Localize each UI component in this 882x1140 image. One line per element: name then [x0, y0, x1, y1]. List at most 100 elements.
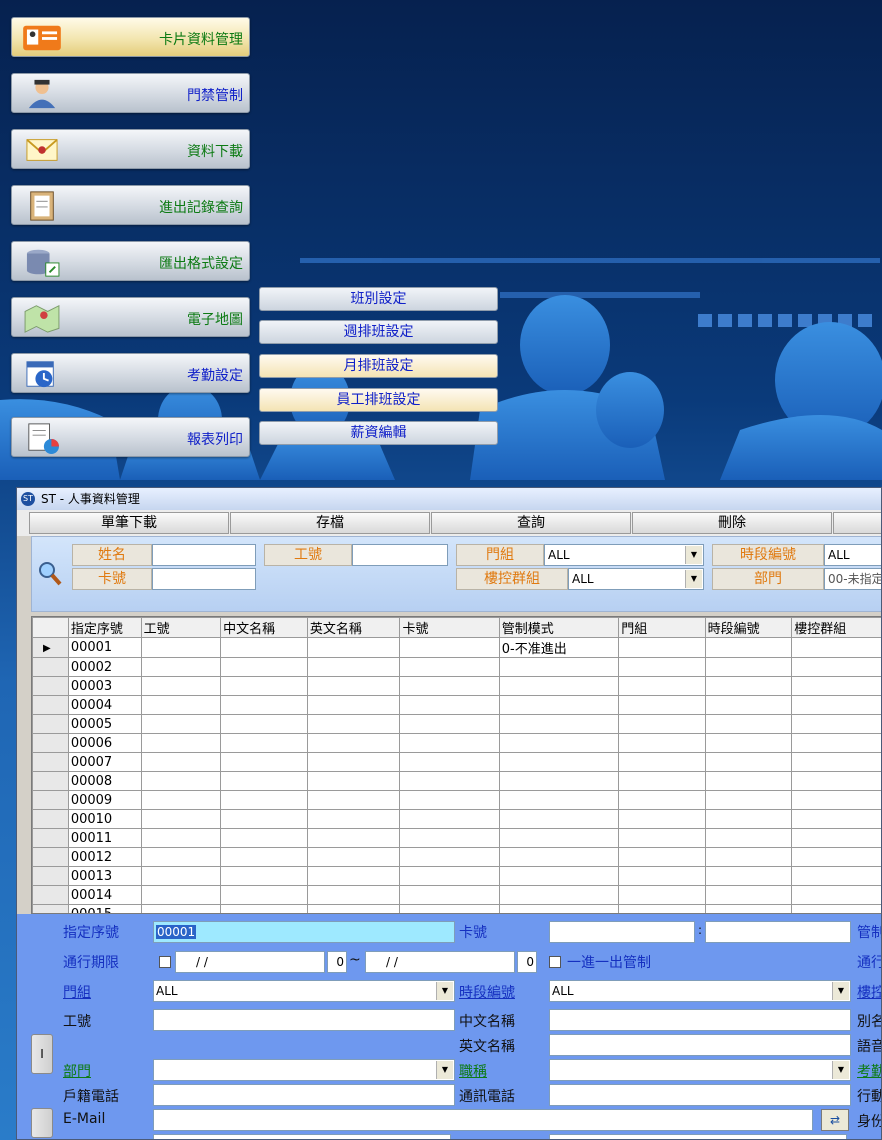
row-selector[interactable] — [32, 885, 69, 905]
table-cell[interactable] — [306, 676, 401, 696]
table-cell[interactable] — [791, 904, 881, 913]
table-cell[interactable] — [140, 885, 222, 905]
email-input[interactable] — [153, 1109, 813, 1131]
table-cell[interactable] — [306, 809, 401, 829]
table-cell[interactable]: 00002 — [67, 657, 142, 677]
delete-button[interactable]: 刪除 — [632, 512, 832, 534]
table-cell[interactable] — [140, 637, 222, 658]
table-cell[interactable] — [220, 657, 308, 677]
table-row[interactable]: 00008 — [32, 771, 881, 791]
table-cell[interactable] — [399, 637, 500, 658]
table-row[interactable]: 00011 — [32, 828, 881, 848]
submenu-item-2[interactable]: 週排班設定 — [259, 320, 498, 344]
nav-button-2[interactable]: 門禁管制 — [11, 73, 250, 113]
table-cell[interactable]: 00015 — [67, 904, 142, 913]
table-cell[interactable] — [704, 695, 793, 715]
door-group-link[interactable]: 門組 — [63, 982, 91, 1002]
table-cell[interactable] — [220, 885, 308, 905]
table-cell[interactable] — [498, 657, 620, 677]
table-cell[interactable] — [498, 771, 620, 791]
table-cell[interactable]: 00013 — [67, 866, 142, 886]
table-cell[interactable] — [618, 714, 706, 734]
table-cell[interactable] — [791, 733, 881, 753]
table-cell[interactable] — [306, 866, 401, 886]
table-cell[interactable] — [306, 771, 401, 791]
table-row[interactable]: 00003 — [32, 676, 881, 696]
submenu-item-3[interactable]: 月排班設定 — [259, 354, 498, 378]
table-row[interactable]: 00014 — [32, 885, 881, 905]
column-header[interactable]: 樓控群組 — [791, 617, 881, 638]
table-cell[interactable] — [704, 847, 793, 867]
row-selector[interactable] — [32, 866, 69, 886]
table-cell[interactable] — [498, 695, 620, 715]
chevron-down-icon[interactable]: ▼ — [436, 1061, 453, 1079]
side-tab-button-2[interactable] — [31, 1108, 53, 1138]
job-title-select[interactable]: ▼ — [549, 1059, 851, 1081]
table-cell[interactable] — [791, 752, 881, 772]
table-cell[interactable] — [704, 828, 793, 848]
magnifier-icon[interactable] — [38, 561, 62, 587]
time-slot-select[interactable]: ALL ▼ — [549, 980, 851, 1002]
nav-button-6[interactable]: 電子地圖 — [11, 297, 250, 337]
table-row[interactable]: 00010 — [32, 809, 881, 829]
row-selector[interactable] — [32, 828, 69, 848]
table-row[interactable]: 00009 — [32, 790, 881, 810]
table-row[interactable]: 00004 — [32, 695, 881, 715]
table-cell[interactable] — [704, 733, 793, 753]
door-group-select[interactable]: ALL ▼ — [153, 980, 455, 1002]
in-out-control-checkbox[interactable] — [549, 956, 561, 968]
table-cell[interactable] — [704, 885, 793, 905]
table-row[interactable]: 00005 — [32, 714, 881, 734]
table-cell[interactable]: 00006 — [67, 733, 142, 753]
column-header[interactable]: 指定序號 — [67, 617, 142, 638]
table-cell[interactable] — [140, 714, 222, 734]
save-button[interactable]: 存檔 — [230, 512, 430, 534]
window-titlebar[interactable]: ST ST - 人事資料管理 — [17, 488, 881, 510]
table-cell[interactable] — [498, 809, 620, 829]
card-filter-input[interactable] — [152, 568, 256, 590]
table-cell[interactable] — [140, 695, 222, 715]
name-filter-input[interactable] — [152, 544, 256, 566]
chevron-down-icon[interactable]: ▼ — [685, 570, 702, 588]
row-selector[interactable] — [32, 714, 69, 734]
attendance-link[interactable]: 考勤 — [857, 1061, 881, 1081]
row-selector[interactable]: ▶ — [32, 637, 69, 658]
table-cell[interactable] — [704, 904, 793, 913]
table-cell[interactable] — [791, 885, 881, 905]
table-cell[interactable] — [220, 809, 308, 829]
row-selector[interactable] — [32, 771, 69, 791]
table-cell[interactable] — [399, 752, 500, 772]
table-cell[interactable] — [306, 733, 401, 753]
table-cell[interactable] — [220, 847, 308, 867]
table-cell[interactable] — [220, 752, 308, 772]
table-cell[interactable] — [399, 657, 500, 677]
table-cell[interactable] — [306, 695, 401, 715]
table-row[interactable]: 00012 — [32, 847, 881, 867]
job-title-link[interactable]: 職稱 — [459, 1061, 487, 1081]
department-filter-select[interactable]: 00-未指定 — [824, 568, 881, 590]
table-cell[interactable] — [791, 657, 881, 677]
table-cell[interactable] — [399, 904, 500, 913]
table-cell[interactable] — [618, 809, 706, 829]
table-cell[interactable] — [220, 866, 308, 886]
table-cell[interactable] — [791, 676, 881, 696]
table-cell[interactable] — [399, 733, 500, 753]
card-number-input-2[interactable] — [705, 921, 851, 943]
table-cell[interactable] — [618, 657, 706, 677]
table-cell[interactable] — [791, 695, 881, 715]
floor-group-filter-select[interactable]: ALL ▼ — [568, 568, 704, 590]
column-header[interactable]: 管制模式 — [498, 617, 620, 638]
table-cell[interactable] — [791, 714, 881, 734]
submenu-item-5[interactable]: 薪資編輯 — [259, 421, 498, 445]
table-cell[interactable] — [791, 847, 881, 867]
nav-button-8[interactable]: 報表列印 — [11, 417, 250, 457]
department-link[interactable]: 部門 — [63, 1061, 91, 1081]
table-cell[interactable]: 00005 — [67, 714, 142, 734]
toolbar-overflow-button[interactable] — [833, 512, 881, 534]
table-cell[interactable] — [498, 847, 620, 867]
table-cell[interactable] — [220, 733, 308, 753]
table-cell[interactable] — [306, 752, 401, 772]
column-header[interactable]: 時段編號 — [704, 617, 793, 638]
home-phone-input[interactable] — [153, 1084, 455, 1106]
table-cell[interactable] — [306, 790, 401, 810]
